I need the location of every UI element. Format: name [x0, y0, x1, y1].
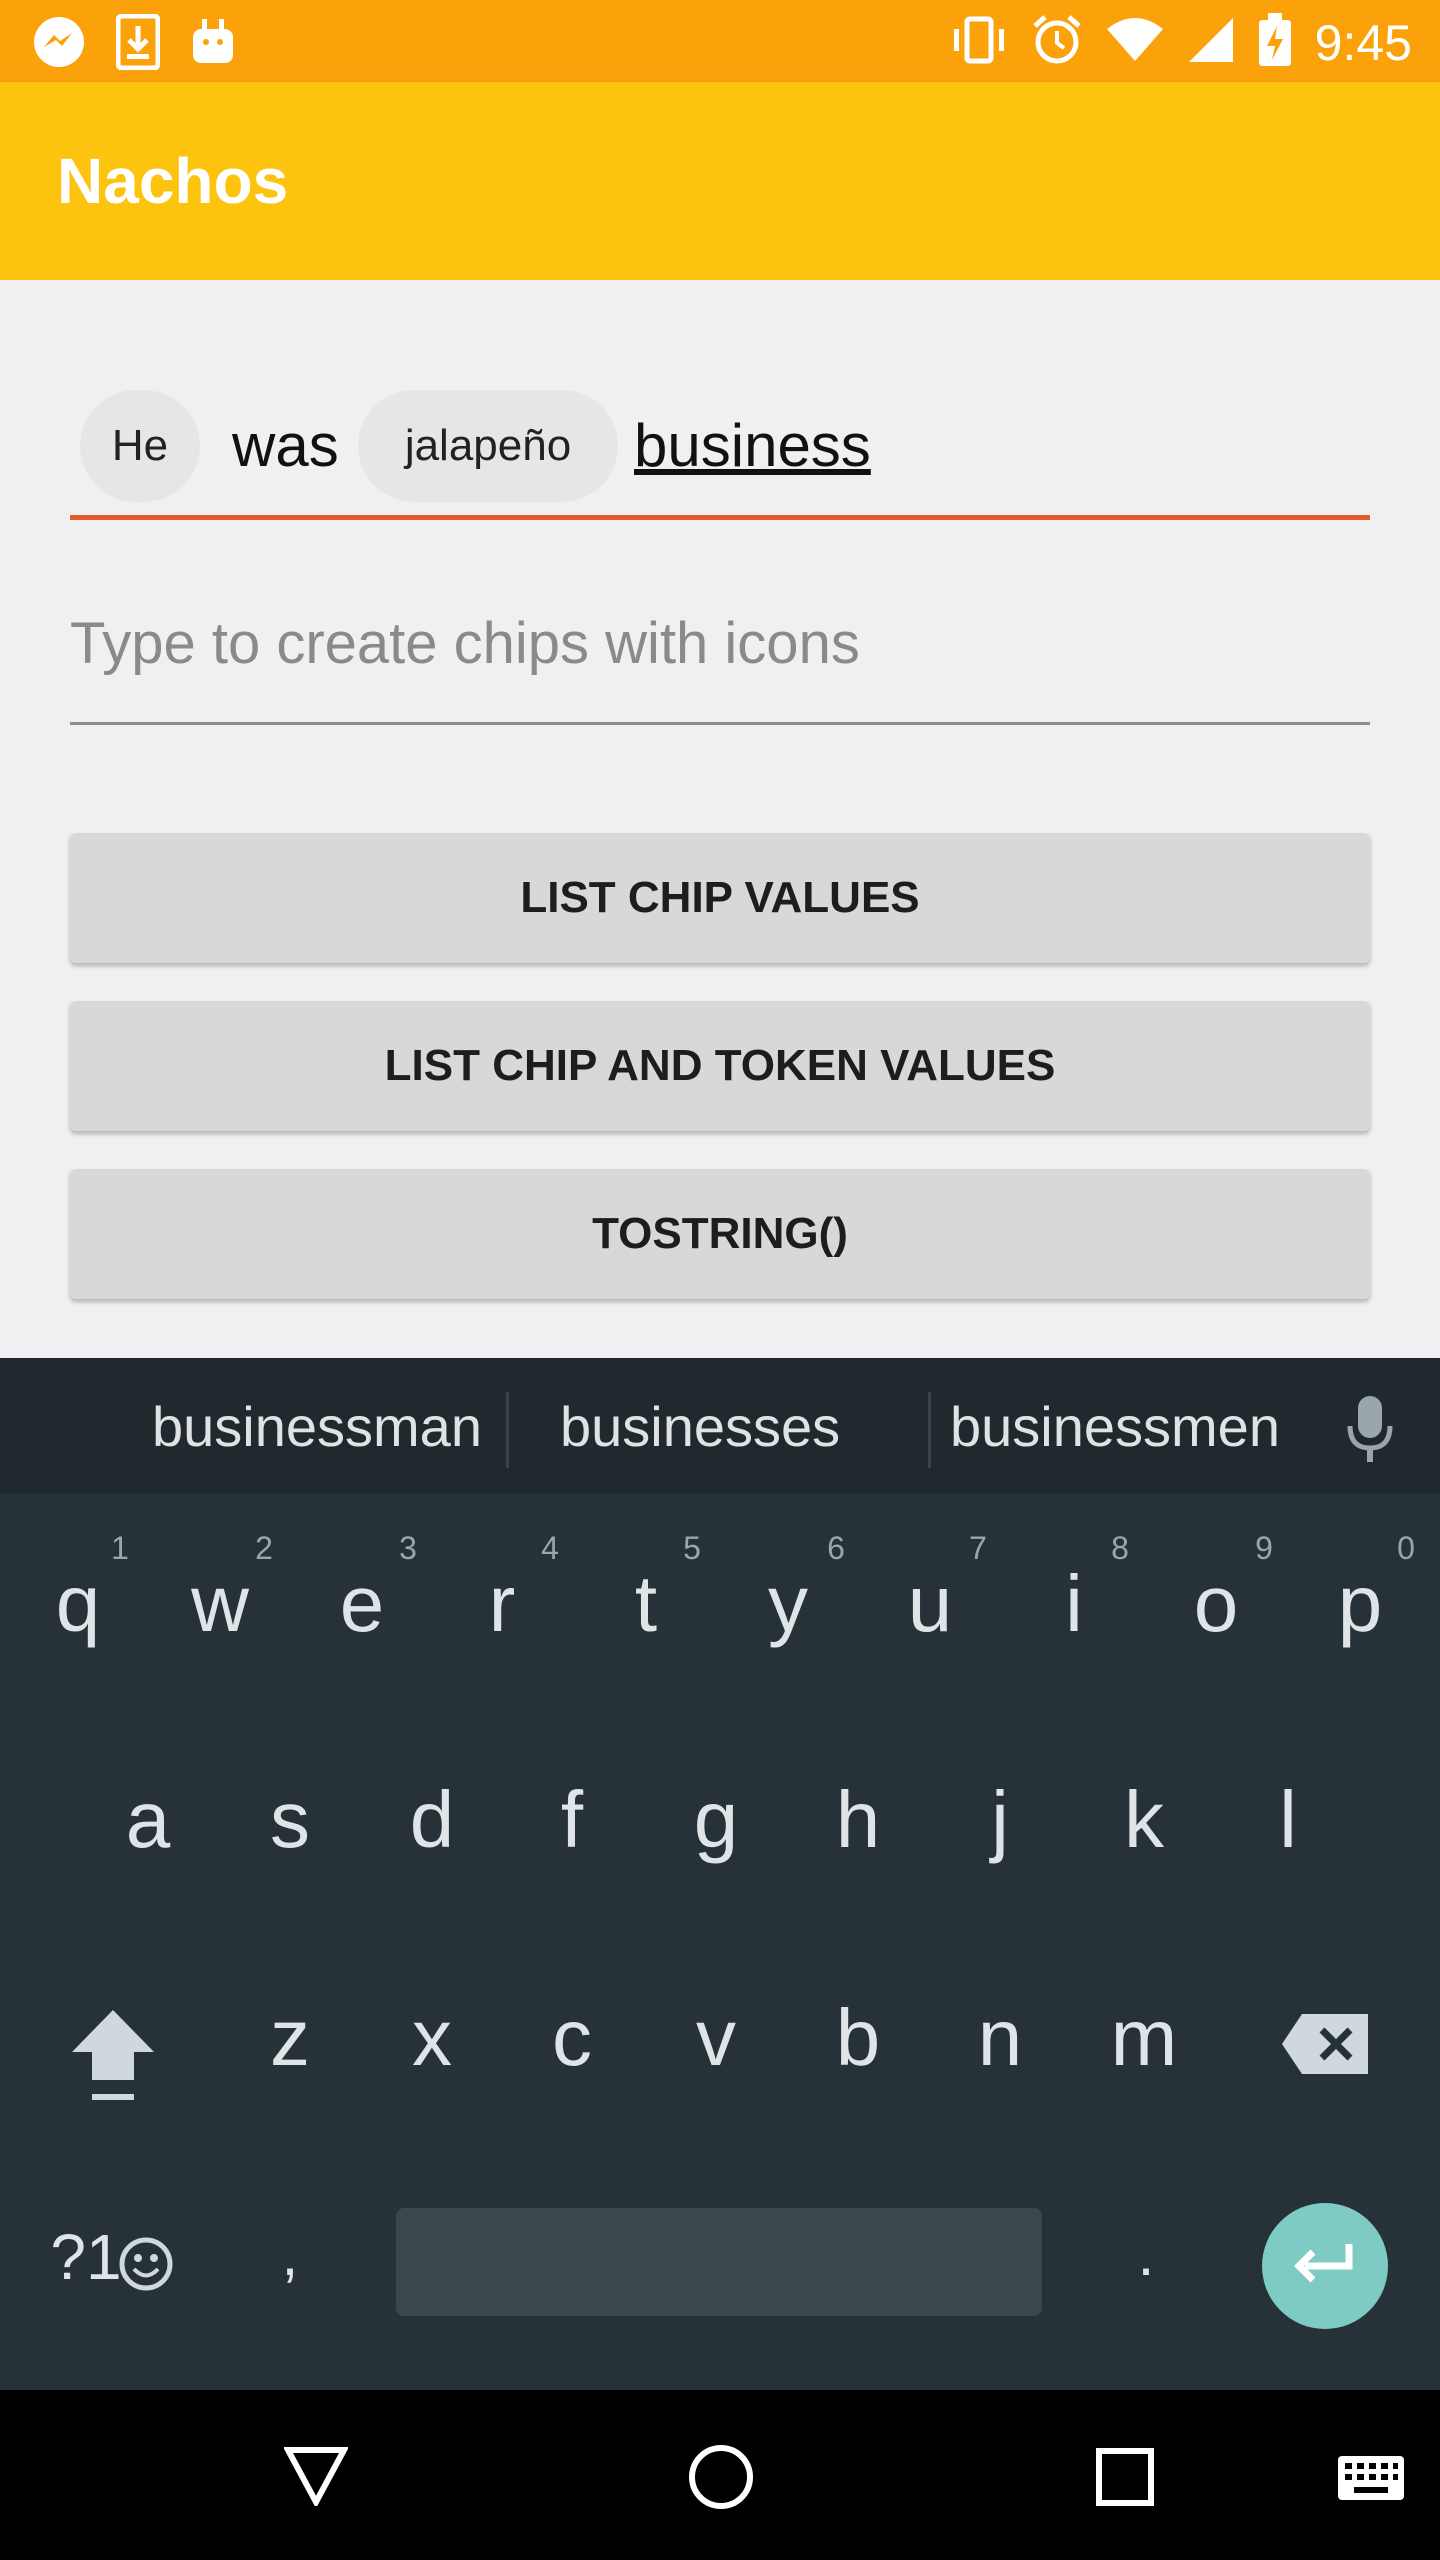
suggestion-2[interactable]: businesses — [560, 1394, 840, 1459]
suggestion-divider — [506, 1392, 509, 1468]
key-l[interactable]: l — [1238, 1774, 1338, 1866]
suggestion-strip: businessman businesses businessmen — [0, 1358, 1440, 1494]
key-p[interactable]: p — [1310, 1558, 1410, 1650]
chip-he[interactable]: He — [80, 390, 200, 502]
key-z[interactable]: z — [240, 1992, 340, 2084]
chip-input-field[interactable]: He was jalapeño business — [70, 375, 1370, 515]
vibrate-icon — [949, 15, 1009, 70]
key-b[interactable]: b — [808, 1992, 908, 2084]
key-e[interactable]: e — [312, 1558, 412, 1650]
space-key[interactable] — [396, 2208, 1042, 2316]
current-token: business — [634, 412, 871, 479]
status-clock: 9:45 — [1314, 14, 1412, 71]
key-r[interactable]: r — [452, 1558, 552, 1650]
recents-icon[interactable] — [1096, 2448, 1154, 2511]
android-icon — [190, 17, 236, 72]
key-w[interactable]: w — [170, 1558, 270, 1650]
icon-chip-input[interactable]: Type to create chips with icons — [70, 610, 860, 677]
signal-icon — [1187, 16, 1235, 69]
emoji-icon[interactable] — [118, 2236, 174, 2297]
icon-field-underline — [70, 722, 1370, 725]
key-t[interactable]: t — [596, 1558, 696, 1650]
suggestion-1[interactable]: businessman — [152, 1394, 482, 1459]
key-a[interactable]: a — [98, 1774, 198, 1866]
key-n[interactable]: n — [950, 1992, 1050, 2084]
key-i[interactable]: i — [1024, 1558, 1124, 1650]
key-g[interactable]: g — [666, 1774, 766, 1866]
suggestion-divider — [928, 1392, 931, 1468]
soft-keyboard: businessman businesses businessmen 1 q 2… — [0, 1358, 1440, 2390]
wifi-icon — [1105, 17, 1165, 68]
navigation-bar — [0, 2390, 1440, 2560]
key-k[interactable]: k — [1094, 1774, 1194, 1866]
microphone-icon[interactable] — [1344, 1394, 1396, 1469]
list-chip-values-button[interactable]: LIST CHIP VALUES — [70, 833, 1370, 963]
app-bar: Nachos — [0, 82, 1440, 280]
backspace-icon[interactable] — [1280, 2012, 1370, 2081]
enter-icon — [1293, 2242, 1357, 2291]
status-bar: 9:45 — [0, 0, 1440, 82]
key-j[interactable]: j — [950, 1774, 1050, 1866]
key-d[interactable]: d — [382, 1774, 482, 1866]
key-f[interactable]: f — [522, 1774, 622, 1866]
download-icon — [115, 13, 161, 75]
main-content: He was jalapeño business Type to create … — [0, 280, 1440, 1358]
chip-jalapeno[interactable]: jalapeño — [358, 390, 618, 502]
battery-icon — [1257, 12, 1293, 73]
key-y[interactable]: y — [738, 1558, 838, 1650]
tostring-button[interactable]: TOSTRING() — [70, 1169, 1370, 1299]
key-s[interactable]: s — [240, 1774, 340, 1866]
key-v[interactable]: v — [666, 1992, 766, 2084]
home-icon[interactable] — [688, 2444, 754, 2515]
alarm-icon — [1031, 14, 1083, 71]
key-q[interactable]: q — [28, 1558, 128, 1650]
back-icon[interactable] — [282, 2446, 350, 2511]
chip-field-underline — [70, 515, 1370, 520]
key-u[interactable]: u — [880, 1558, 980, 1650]
suggestion-3[interactable]: businessmen — [950, 1394, 1280, 1459]
enter-key[interactable] — [1262, 2203, 1388, 2329]
period-key[interactable]: . — [1096, 2220, 1196, 2289]
key-o[interactable]: o — [1166, 1558, 1266, 1650]
messenger-icon — [32, 15, 86, 74]
list-chip-and-token-values-button[interactable]: LIST CHIP AND TOKEN VALUES — [70, 1001, 1370, 1131]
shift-icon[interactable] — [68, 2006, 158, 2111]
key-c[interactable]: c — [522, 1992, 622, 2084]
key-x[interactable]: x — [382, 1992, 482, 2084]
token-was: was — [232, 412, 339, 479]
key-h[interactable]: h — [808, 1774, 908, 1866]
keyboard-switch-icon[interactable] — [1336, 2454, 1406, 2507]
symbols-key[interactable]: ?1 — [46, 2220, 126, 2294]
app-title: Nachos — [57, 145, 289, 217]
comma-key[interactable]: , — [240, 2220, 340, 2289]
key-m[interactable]: m — [1094, 1992, 1194, 2084]
